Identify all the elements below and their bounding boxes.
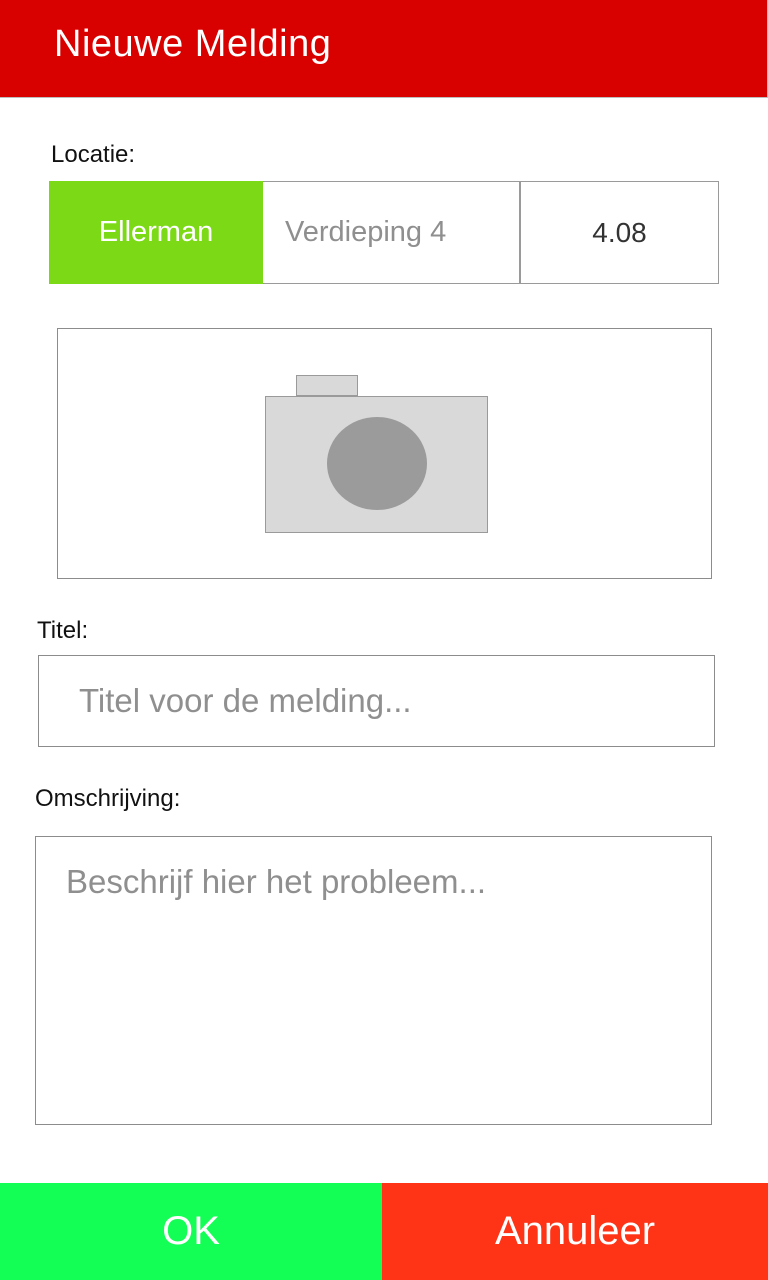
ok-button[interactable]: OK xyxy=(0,1183,382,1280)
page-title: Nieuwe Melding xyxy=(54,23,332,65)
location-building-button[interactable]: Ellerman xyxy=(49,181,263,284)
description-textarea[interactable] xyxy=(35,836,712,1125)
location-label: Locatie: xyxy=(51,141,136,168)
location-selector: Ellerman Verdieping 4 4.08 xyxy=(49,181,719,284)
app-bar: Nieuwe Melding xyxy=(0,0,768,98)
title-input[interactable] xyxy=(38,655,715,747)
photo-picker[interactable] xyxy=(57,328,712,579)
camera-icon xyxy=(265,396,488,533)
title-label: Titel: xyxy=(37,617,89,644)
camera-lens xyxy=(327,417,427,510)
cancel-button[interactable]: Annuleer xyxy=(382,1183,768,1280)
new-report-screen: Nieuwe Melding Locatie: Ellerman Verdiep… xyxy=(0,0,768,1280)
location-room-button[interactable]: 4.08 xyxy=(520,181,719,284)
description-label: Omschrijving: xyxy=(35,785,181,812)
camera-icon-flash xyxy=(296,375,358,396)
location-floor-button[interactable]: Verdieping 4 xyxy=(263,181,520,284)
